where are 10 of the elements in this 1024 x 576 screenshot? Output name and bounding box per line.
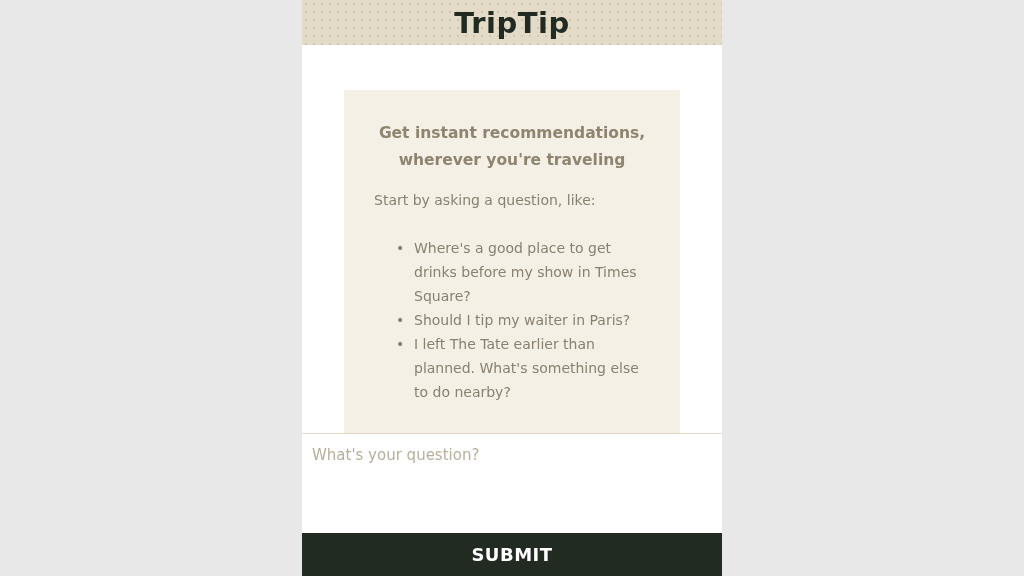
intro-heading: Get instant recommendations, wherever you're traveling (377, 123, 647, 171)
bullet-mark: • (396, 239, 406, 258)
intro-text: Start by asking a question, like: (374, 191, 597, 210)
app-title: TripTip (454, 5, 570, 40)
example-question: Where's a good place to get drinks before my show in Times Square? (414, 239, 638, 306)
bullet-mark: • (396, 311, 406, 330)
submit-button[interactable]: SUBMIT (302, 533, 722, 576)
bullet-mark: • (396, 335, 406, 354)
example-question: I left The Tate earlier than planned. What's something else to do nearby? (414, 335, 640, 402)
example-question: Should I tip my waiter in Paris? (414, 311, 632, 330)
